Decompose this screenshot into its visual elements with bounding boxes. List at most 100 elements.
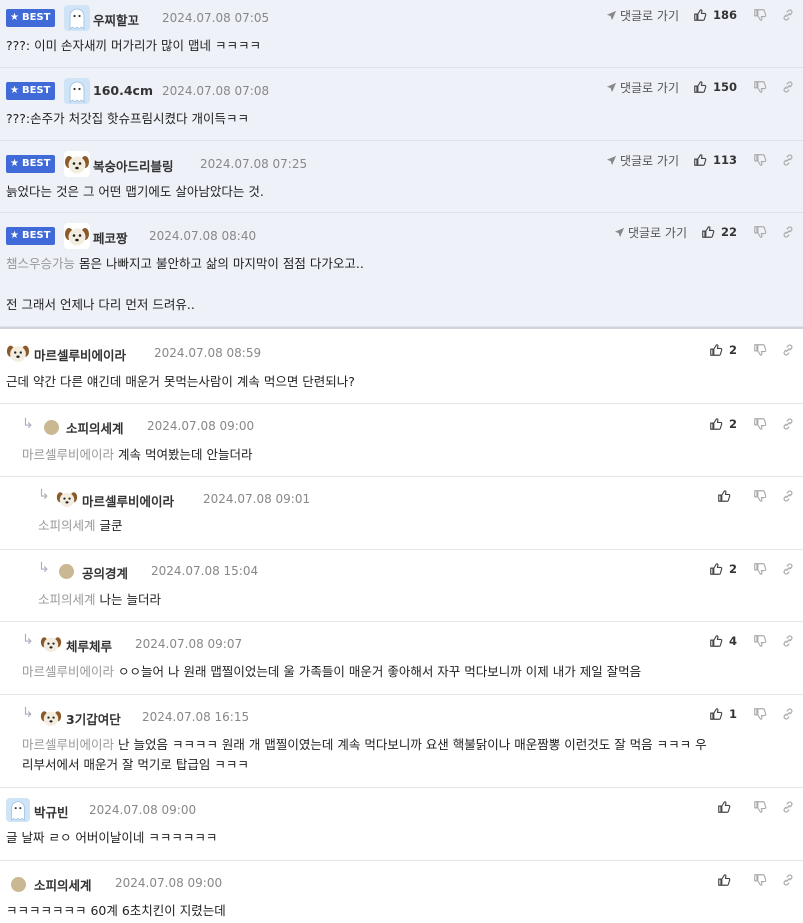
thumbs-down-icon: [753, 80, 767, 94]
dislike-button[interactable]: [753, 707, 767, 721]
link-button[interactable]: [781, 634, 795, 648]
comment-author[interactable]: 소피의세계: [66, 418, 124, 437]
dislike-button[interactable]: [753, 634, 767, 648]
avatar[interactable]: [56, 488, 78, 510]
like-button[interactable]: [717, 800, 737, 814]
mention[interactable]: 마르셀루비에이라: [22, 737, 114, 752]
comment-body: 늙었다는 것은 그 어떤 맵기에도 살아남았다는 것.: [6, 184, 264, 199]
comment-actions: 댓글로 가기 150: [606, 78, 795, 96]
dislike-button[interactable]: [753, 225, 767, 239]
like-button[interactable]: [717, 873, 737, 887]
link-icon: [781, 800, 795, 814]
like-button[interactable]: [717, 489, 737, 503]
mention[interactable]: 마르셀루비에이라: [22, 447, 114, 462]
comment-body: 근데 약간 다른 얘긴데 매운거 못먹는사람이 계속 먹으면 단련되나?: [6, 374, 355, 389]
like-button[interactable]: 1: [709, 707, 737, 721]
mention[interactable]: 소피의세계: [38, 592, 96, 607]
link-button[interactable]: [781, 343, 795, 357]
comment-actions: 2: [709, 415, 795, 433]
like-button[interactable]: 22: [701, 225, 737, 239]
comment-body: 마르셀루비에이라 계속 먹여봤는데 안늘더라: [22, 447, 253, 462]
link-icon: [781, 873, 795, 887]
dislike-button[interactable]: [753, 873, 767, 887]
like-button[interactable]: 4: [709, 634, 737, 648]
comment-author[interactable]: 박규빈: [34, 802, 69, 821]
comment-author[interactable]: 소피의세계: [34, 875, 92, 894]
dislike-button[interactable]: [753, 8, 767, 22]
mention[interactable]: 챔스우승가능: [6, 256, 75, 271]
link-button[interactable]: [781, 80, 795, 94]
avatar[interactable]: [44, 420, 59, 435]
comment-author[interactable]: 160.4cm: [93, 83, 153, 98]
dislike-button[interactable]: [753, 489, 767, 503]
like-count: 2: [728, 417, 737, 431]
comment-author[interactable]: 공의경계: [82, 563, 128, 582]
dislike-button[interactable]: [753, 343, 767, 357]
avatar[interactable]: [64, 5, 90, 31]
mention[interactable]: 소피의세계: [38, 518, 96, 533]
comment-actions: 댓글로 가기 113: [606, 151, 795, 169]
dislike-button[interactable]: [753, 800, 767, 814]
like-button[interactable]: 186: [693, 8, 737, 22]
like-button[interactable]: 2: [709, 343, 737, 357]
link-button[interactable]: [781, 8, 795, 22]
avatar[interactable]: [64, 223, 90, 249]
send-icon: [606, 10, 617, 21]
link-button[interactable]: [781, 153, 795, 167]
like-button[interactable]: 2: [709, 562, 737, 576]
goto-comment-link[interactable]: 댓글로 가기: [614, 224, 687, 241]
comment-actions: [717, 487, 795, 505]
dog-avatar-icon: [40, 633, 62, 655]
avatar[interactable]: [11, 877, 26, 892]
comment-date: 2024.07.08 16:15: [142, 710, 250, 724]
dog-avatar-icon: [6, 341, 30, 365]
dislike-button[interactable]: [753, 417, 767, 431]
comment-author[interactable]: 페코짱: [93, 228, 128, 247]
comment-body: ???:손주가 처갓집 핫슈프림시켰다 개이득ㅋㅋ: [6, 111, 250, 126]
link-button[interactable]: [781, 417, 795, 431]
like-button[interactable]: 150: [693, 80, 737, 94]
link-button[interactable]: [781, 489, 795, 503]
thumbs-up-icon: [717, 489, 731, 503]
comment-author[interactable]: 체루체루: [66, 636, 112, 655]
comment-body: 마르셀루비에이라 난 늘었음 ㅋㅋㅋㅋ 원래 개 맵찔이였는데 계속 먹다보니까 …: [22, 737, 707, 752]
link-button[interactable]: [781, 562, 795, 576]
comment-author[interactable]: 3기갑여단: [66, 709, 121, 728]
best-badge: ★ BEST: [6, 155, 56, 173]
like-button[interactable]: 2: [709, 417, 737, 431]
dislike-button[interactable]: [753, 80, 767, 94]
comment-date: 2024.07.08 15:04: [151, 564, 259, 578]
avatar[interactable]: [40, 707, 62, 729]
goto-comment-link[interactable]: 댓글로 가기: [606, 79, 679, 96]
comment-author[interactable]: 복숭아드리블링: [93, 156, 174, 175]
ghost-avatar-icon: [64, 78, 90, 104]
link-icon: [781, 489, 795, 503]
dislike-button[interactable]: [753, 562, 767, 576]
star-icon: ★: [10, 158, 19, 169]
dislike-button[interactable]: [753, 153, 767, 167]
avatar[interactable]: [6, 341, 30, 365]
link-button[interactable]: [781, 800, 795, 814]
avatar[interactable]: [6, 798, 30, 822]
mention[interactable]: 마르셀루비에이라: [22, 664, 114, 679]
link-button[interactable]: [781, 225, 795, 239]
comment-actions: 4: [709, 632, 795, 650]
dog-avatar-icon: [40, 707, 62, 729]
avatar[interactable]: [40, 633, 62, 655]
like-count: 150: [712, 80, 737, 94]
comment-author[interactable]: 마르셀루비에이라: [82, 491, 174, 510]
dog-avatar-icon: [64, 223, 90, 249]
avatar[interactable]: [59, 564, 74, 579]
comment-author[interactable]: 우찌할꼬: [93, 10, 139, 29]
link-button[interactable]: [781, 707, 795, 721]
avatar[interactable]: [64, 151, 90, 177]
comment-body: 마르셀루비에이라 ㅇㅇ늘어 나 원래 맵찔이었는데 울 가족들이 매운거 좋아해서…: [22, 664, 642, 679]
goto-comment-link[interactable]: 댓글로 가기: [606, 152, 679, 169]
like-count: 186: [712, 8, 737, 22]
like-button[interactable]: 113: [693, 153, 737, 167]
goto-comment-link[interactable]: 댓글로 가기: [606, 7, 679, 24]
comment-author[interactable]: 마르셀루비에이라: [34, 345, 126, 364]
thumbs-down-icon: [753, 707, 767, 721]
avatar[interactable]: [64, 78, 90, 104]
link-button[interactable]: [781, 873, 795, 887]
